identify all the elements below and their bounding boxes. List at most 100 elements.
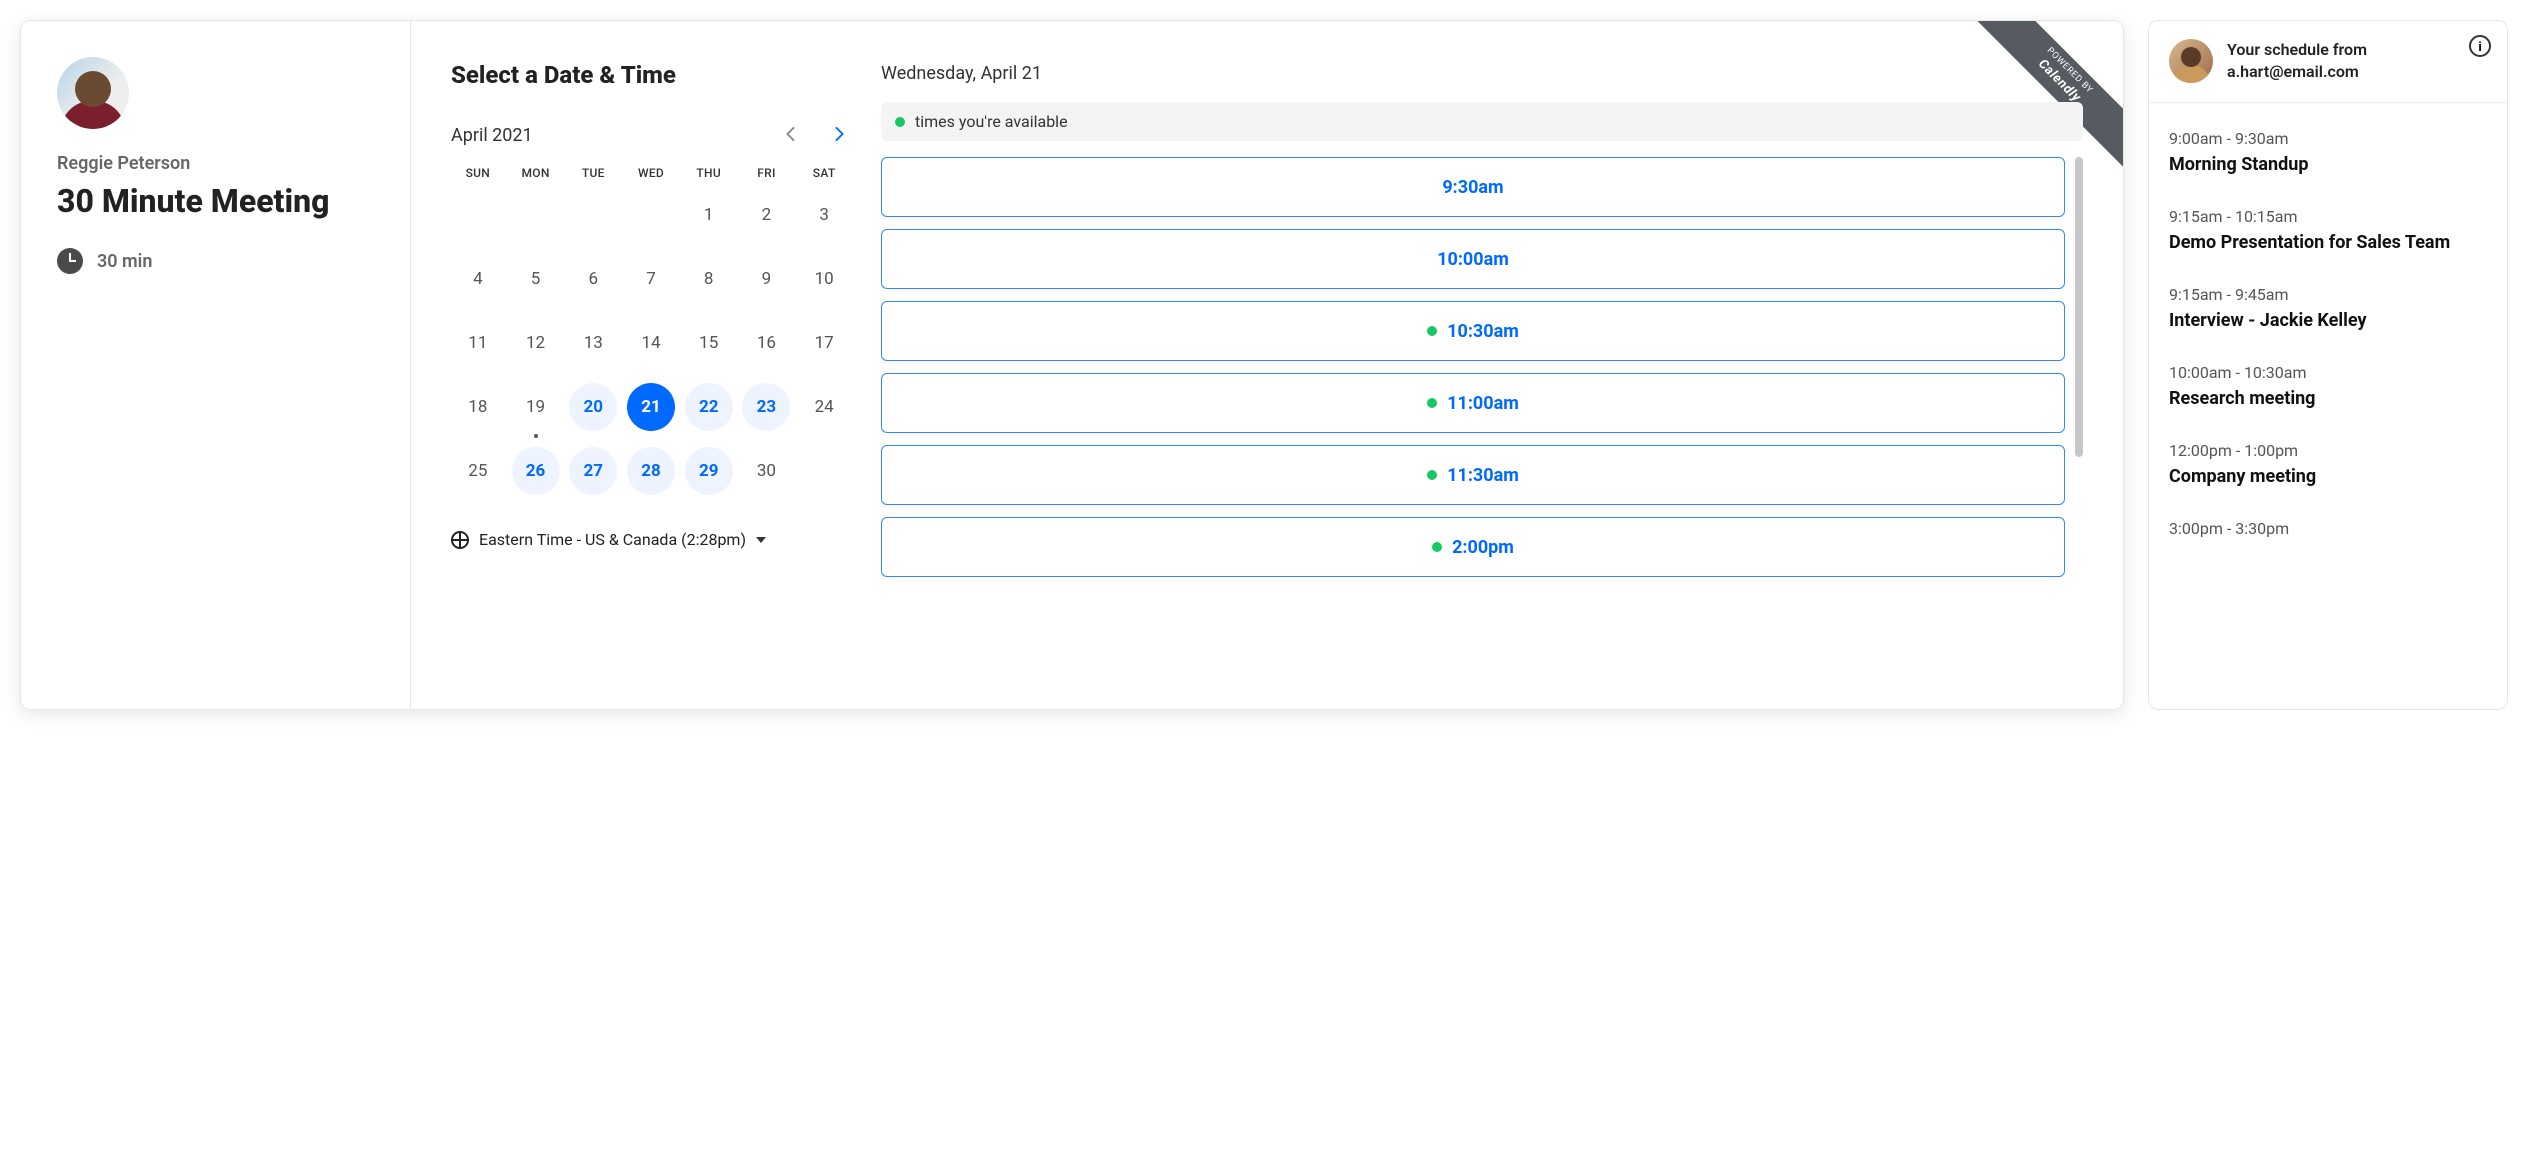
calendar-day: 25 xyxy=(451,446,505,496)
host-avatar xyxy=(57,57,129,129)
time-slot[interactable]: 11:30am xyxy=(881,445,2065,505)
prev-month-button[interactable] xyxy=(779,123,801,148)
dow-label: MON xyxy=(509,166,563,180)
calendar-day: 6 xyxy=(566,254,620,304)
event-time: 9:15am - 10:15am xyxy=(2169,207,2487,226)
legend-label: times you're available xyxy=(915,112,1068,131)
event-title: Research meeting xyxy=(2169,388,2487,409)
time-slot-label: 10:00am xyxy=(1437,249,1509,270)
calendar-day: 12 xyxy=(509,318,563,368)
calendar-day: 8 xyxy=(682,254,736,304)
calendar-day: 14 xyxy=(624,318,678,368)
availability-dot-icon xyxy=(1427,470,1437,480)
time-slot[interactable]: 10:30am xyxy=(881,301,2065,361)
event-time: 9:00am - 9:30am xyxy=(2169,129,2487,148)
scheduler-card: POWERED BY Calendly Reggie Peterson 30 M… xyxy=(20,20,2124,710)
schedule-events: 9:00am - 9:30am Morning Standup 9:15am - 1… xyxy=(2149,103,2507,580)
calendar-day: 24 xyxy=(797,382,851,432)
schedule-card: Your schedule from a.hart@email.com i 9:… xyxy=(2148,20,2508,710)
slots-scroll: 9:30am 10:00am 10:30am 11:00am 11:30am 2:00pm xyxy=(881,157,2083,679)
picker-heading: Select a Date & Time xyxy=(451,61,851,89)
event-title: Morning Standup xyxy=(2169,154,2487,175)
calendar-day: 19 xyxy=(509,382,563,432)
meeting-title: 30 Minute Meeting xyxy=(57,182,374,220)
calendar-day-empty xyxy=(797,446,851,496)
time-slot[interactable]: 9:30am xyxy=(881,157,2065,217)
today-dot-icon xyxy=(534,434,538,438)
scrollbar[interactable] xyxy=(2075,157,2083,457)
calendar-day: 7 xyxy=(624,254,678,304)
calendar-week: 123 xyxy=(451,190,851,240)
event-time: 3:00pm - 3:30pm xyxy=(2169,519,2487,538)
calendar-week: 11121314151617 xyxy=(451,318,851,368)
time-slot-label: 11:30am xyxy=(1447,465,1519,486)
duration-row: 30 min xyxy=(57,248,374,274)
time-slot[interactable]: 10:00am xyxy=(881,229,2065,289)
calendar-day: 10 xyxy=(797,254,851,304)
availability-dot-icon xyxy=(895,117,905,127)
calendar-day[interactable]: 28 xyxy=(624,446,678,496)
calendar-day[interactable]: 29 xyxy=(682,446,736,496)
time-slot[interactable]: 2:00pm xyxy=(881,517,2065,577)
calendar-day: 4 xyxy=(451,254,505,304)
time-slot-label: 9:30am xyxy=(1442,177,1503,198)
schedule-event: 3:00pm - 3:30pm xyxy=(2169,503,2487,560)
picker-panel: Select a Date & Time April 2021 SUNMONTU… xyxy=(411,21,2123,709)
calendar-day-empty xyxy=(624,190,678,240)
time-slots: 9:30am 10:00am 10:30am 11:00am 11:30am 2:00pm xyxy=(881,157,2083,577)
event-time: 10:00am - 10:30am xyxy=(2169,363,2487,382)
calendar-day[interactable]: 26 xyxy=(509,446,563,496)
globe-icon xyxy=(451,531,469,549)
schedule-header-line2: a.hart@email.com xyxy=(2227,61,2367,83)
calendar-day-empty xyxy=(509,190,563,240)
next-month-button[interactable] xyxy=(829,123,851,148)
calendar-day[interactable]: 22 xyxy=(682,382,736,432)
chevron-down-icon xyxy=(756,537,766,543)
calendar-day[interactable]: 20 xyxy=(566,382,620,432)
user-avatar xyxy=(2169,39,2213,83)
calendar-day-empty xyxy=(451,190,505,240)
calendar-day: 18 xyxy=(451,382,505,432)
dow-label: SAT xyxy=(797,166,851,180)
calendar-day: 13 xyxy=(566,318,620,368)
calendar-day[interactable]: 21 xyxy=(624,382,678,432)
calendar-week: 45678910 xyxy=(451,254,851,304)
chevron-right-icon xyxy=(833,127,847,141)
time-slot-label: 10:30am xyxy=(1447,321,1519,342)
schedule-event: 9:00am - 9:30am Morning Standup xyxy=(2169,113,2487,191)
calendar-day-empty xyxy=(566,190,620,240)
calendar-day: 30 xyxy=(740,446,794,496)
dow-label: FRI xyxy=(740,166,794,180)
month-row: April 2021 xyxy=(451,123,851,148)
timezone-picker[interactable]: Eastern Time - US & Canada (2:28pm) xyxy=(451,530,851,549)
calendar-week: 252627282930 xyxy=(451,446,851,496)
calendar-day: 17 xyxy=(797,318,851,368)
times-column: Wednesday, April 21 times you're availab… xyxy=(881,61,2083,679)
time-slot-label: 2:00pm xyxy=(1452,537,1514,558)
event-title: Demo Presentation for Sales Team xyxy=(2169,232,2487,253)
calendar-day[interactable]: 23 xyxy=(740,382,794,432)
availability-dot-icon xyxy=(1427,326,1437,336)
month-nav xyxy=(779,123,851,148)
info-icon: i xyxy=(2478,39,2482,54)
event-time: 12:00pm - 1:00pm xyxy=(2169,441,2487,460)
info-button[interactable]: i xyxy=(2469,35,2491,57)
calendar-day[interactable]: 27 xyxy=(566,446,620,496)
clock-icon xyxy=(57,248,83,274)
calendar-day: 3 xyxy=(797,190,851,240)
dow-label: WED xyxy=(624,166,678,180)
event-time: 9:15am - 9:45am xyxy=(2169,285,2487,304)
schedule-header-line1: Your schedule from xyxy=(2227,39,2367,61)
host-name: Reggie Peterson xyxy=(57,153,374,174)
app-root: POWERED BY Calendly Reggie Peterson 30 M… xyxy=(20,20,2508,710)
month-label: April 2021 xyxy=(451,125,533,146)
calendar-day: 1 xyxy=(682,190,736,240)
chevron-left-icon xyxy=(783,127,797,141)
duration-label: 30 min xyxy=(97,251,152,272)
calendar-day: 16 xyxy=(740,318,794,368)
availability-dot-icon xyxy=(1432,542,1442,552)
selected-date-heading: Wednesday, April 21 xyxy=(881,63,2083,84)
time-slot[interactable]: 11:00am xyxy=(881,373,2065,433)
host-panel: Reggie Peterson 30 Minute Meeting 30 min xyxy=(21,21,411,709)
calendar-day: 2 xyxy=(740,190,794,240)
